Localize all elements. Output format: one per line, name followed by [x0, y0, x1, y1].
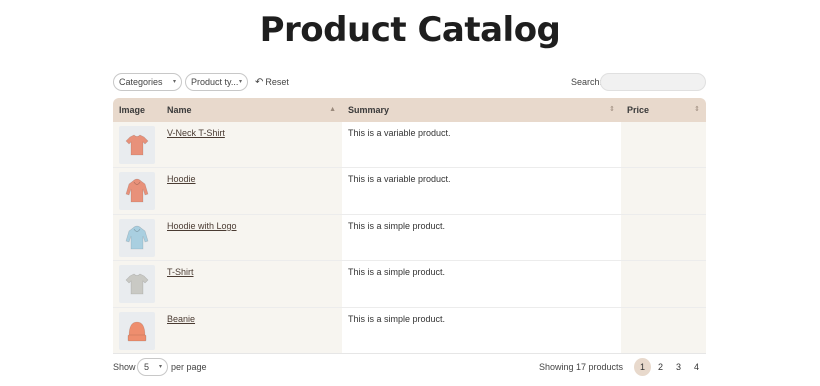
per-page-label: per page — [171, 362, 207, 372]
sort-icon: ▲ — [329, 106, 336, 113]
price-cell — [621, 307, 706, 353]
product-name-link[interactable]: Hoodie — [167, 174, 196, 184]
column-header-summary[interactable]: Summary ⇕ — [342, 98, 621, 122]
name-cell: Hoodie with Logo — [161, 214, 342, 261]
sort-icon: ⇕ — [609, 106, 615, 113]
table-row: Hoodie with Logo This is a simple produc… — [113, 214, 706, 262]
hoodie-icon[interactable] — [119, 172, 155, 211]
column-header-label: Summary — [348, 105, 390, 115]
page-button-3[interactable]: 3 — [670, 358, 687, 376]
image-cell — [113, 261, 161, 307]
reset-button[interactable]: ↶ Reset — [255, 73, 289, 91]
per-page-value: 5 — [144, 362, 150, 372]
table-body: V-Neck T-Shirt This is a variable produc… — [113, 122, 706, 354]
show-label: Show — [113, 362, 136, 372]
product-name-link[interactable]: V-Neck T-Shirt — [167, 128, 225, 138]
product-summary: This is a simple product. — [348, 267, 446, 278]
price-cell — [621, 122, 706, 168]
name-cell: Hoodie — [161, 168, 342, 214]
table-row: T-Shirt This is a simple product. — [113, 261, 706, 308]
categories-select[interactable]: Categories ▾ — [113, 73, 182, 91]
product-type-select[interactable]: Product ty... ▾ — [185, 73, 248, 91]
table-row: V-Neck T-Shirt This is a variable produc… — [113, 122, 706, 169]
product-name-link[interactable]: T-Shirt — [167, 267, 194, 277]
chevron-down-icon: ▾ — [158, 364, 162, 370]
product-table: Image Name ▲ Summary ⇕ Price ⇕ V-Neck T-… — [113, 98, 706, 354]
page-button-1[interactable]: 1 — [634, 358, 651, 376]
reset-label: Reset — [265, 77, 289, 87]
column-header-image: Image — [113, 98, 161, 122]
product-type-select-label: Product ty... — [191, 77, 239, 87]
product-name-link[interactable]: Hoodie with Logo — [167, 221, 237, 231]
hoodie-icon[interactable] — [119, 218, 155, 257]
summary-cell: This is a simple product. — [342, 214, 621, 261]
table-row: Beanie This is a simple product. — [113, 307, 706, 354]
price-cell — [621, 168, 706, 214]
search-label: Search: — [571, 77, 603, 87]
product-summary: This is a simple product. — [348, 220, 446, 231]
undo-icon: ↶ — [255, 77, 264, 88]
image-cell — [113, 214, 161, 261]
showing-count: Showing 17 products — [539, 362, 624, 372]
column-header-label: Image — [119, 105, 146, 115]
tshirt-icon[interactable] — [119, 265, 155, 304]
per-page-select[interactable]: 5 ▾ — [137, 358, 168, 376]
table-footer: Show 5 ▾ per page Showing 17 products 12… — [113, 358, 706, 376]
tshirt-icon[interactable] — [119, 126, 155, 164]
summary-cell: This is a simple product. — [342, 261, 621, 307]
page-button-4[interactable]: 4 — [688, 358, 705, 376]
image-cell — [113, 307, 161, 353]
column-header-name[interactable]: Name ▲ — [161, 98, 342, 122]
page-title: Product Catalog — [259, 10, 561, 50]
name-cell: V-Neck T-Shirt — [161, 122, 342, 168]
column-header-price[interactable]: Price ⇕ — [621, 98, 706, 122]
table-row: Hoodie This is a variable product. — [113, 168, 706, 215]
product-summary: This is a variable product. — [348, 174, 451, 185]
table-header: Image Name ▲ Summary ⇕ Price ⇕ — [113, 98, 706, 122]
product-summary: This is a simple product. — [348, 313, 446, 324]
search-input[interactable] — [600, 73, 706, 91]
name-cell: T-Shirt — [161, 261, 342, 307]
chevron-down-icon: ▾ — [238, 79, 242, 85]
name-cell: Beanie — [161, 307, 342, 353]
chevron-down-icon: ▾ — [172, 79, 176, 85]
categories-select-label: Categories — [119, 77, 163, 87]
filter-bar: Categories ▾ Product ty... ▾ ↶ Reset Sear… — [113, 73, 706, 91]
column-header-label: Name — [167, 105, 192, 115]
product-name-link[interactable]: Beanie — [167, 314, 195, 324]
page-button-2[interactable]: 2 — [652, 358, 669, 376]
summary-cell: This is a variable product. — [342, 168, 621, 214]
summary-cell: This is a simple product. — [342, 307, 621, 353]
image-cell — [113, 122, 161, 168]
product-summary: This is a variable product. — [348, 128, 451, 138]
summary-cell: This is a variable product. — [342, 122, 621, 168]
price-cell — [621, 214, 706, 261]
image-cell — [113, 168, 161, 214]
sort-icon: ⇕ — [694, 106, 700, 113]
column-header-label: Price — [627, 105, 650, 115]
price-cell — [621, 261, 706, 307]
beanie-icon[interactable] — [119, 311, 155, 350]
